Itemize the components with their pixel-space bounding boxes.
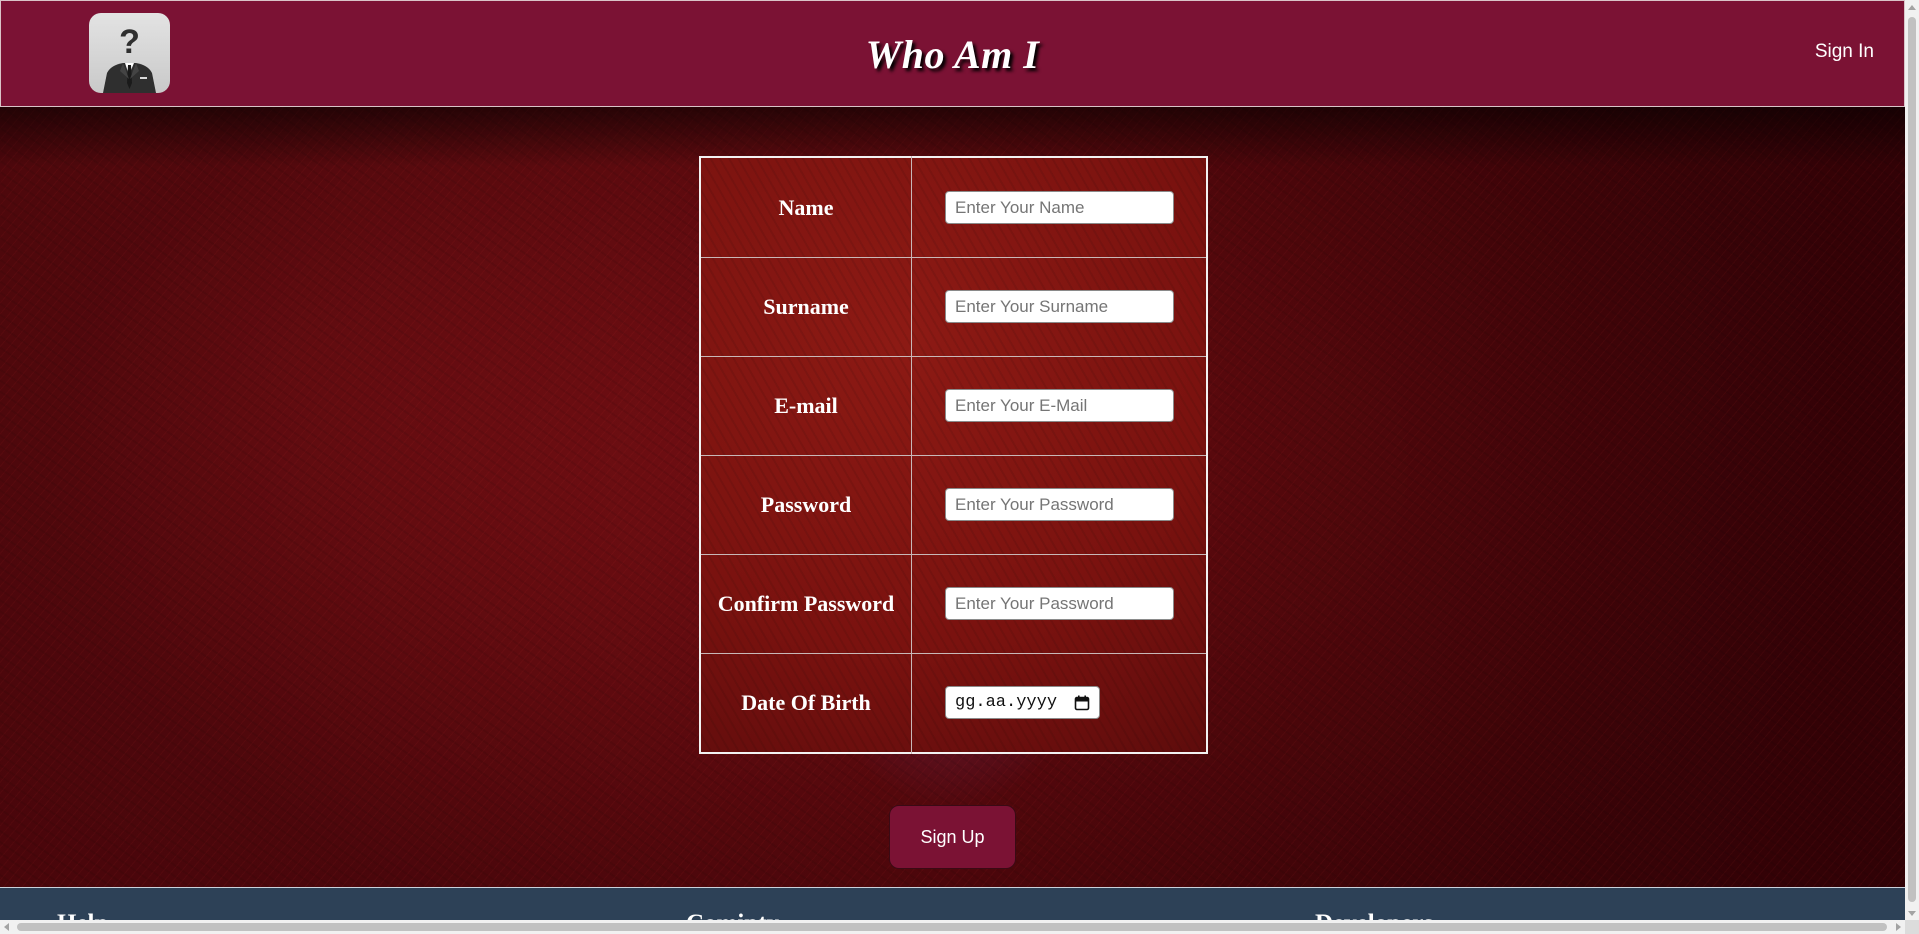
form-row-email: E-mail [701, 356, 1206, 456]
form-row-date-of-birth: Date Of Birth gg.aa.yyyy [701, 653, 1206, 752]
scrollbar-corner [1905, 920, 1919, 934]
form-row-surname: Surname [701, 257, 1206, 357]
surname-label: Surname [763, 294, 849, 319]
sign-in-link[interactable]: Sign In [1815, 41, 1874, 63]
form-row-name: Name [701, 158, 1206, 258]
viewport: ? Who Am I Sign In Name Surname E-mail [0, 0, 1905, 920]
form-row-password: Password [701, 455, 1206, 555]
scroll-down-arrow-icon[interactable] [1908, 911, 1916, 916]
scroll-left-arrow-icon[interactable] [4, 923, 9, 931]
password-input[interactable] [945, 488, 1174, 521]
surname-input[interactable] [945, 290, 1174, 323]
vertical-scroll-thumb[interactable] [1908, 17, 1916, 902]
signup-form-table: Name Surname E-mail Password Confirm [699, 156, 1208, 754]
site-footer: Help Comipty Developers [0, 887, 1905, 920]
name-input[interactable] [945, 191, 1174, 224]
footer-heading-community[interactable]: Comipty [686, 910, 779, 920]
date-of-birth-label: Date Of Birth [741, 690, 871, 715]
footer-heading-help[interactable]: Help [57, 910, 108, 920]
vertical-scrollbar[interactable] [1905, 0, 1919, 934]
site-header: ? Who Am I Sign In [0, 0, 1905, 107]
confirm-password-input[interactable] [945, 587, 1174, 620]
horizontal-scrollbar[interactable] [0, 920, 1905, 934]
sign-up-button[interactable]: Sign Up [889, 805, 1016, 869]
horizontal-scroll-thumb[interactable] [17, 923, 1887, 931]
footer-heading-developers[interactable]: Developers [1315, 910, 1433, 920]
name-label: Name [778, 195, 834, 220]
email-input[interactable] [945, 389, 1174, 422]
email-label: E-mail [774, 393, 838, 418]
page: ? Who Am I Sign In Name Surname E-mail [0, 0, 1919, 934]
calendar-icon[interactable] [1074, 695, 1090, 711]
form-row-confirm-password: Confirm Password [701, 554, 1206, 654]
site-title: Who Am I [865, 32, 1040, 77]
confirm-password-label: Confirm Password [717, 591, 895, 616]
password-label: Password [760, 492, 852, 517]
date-of-birth-input[interactable]: gg.aa.yyyy [945, 686, 1100, 719]
date-placeholder: gg.aa.yyyy [955, 693, 1058, 712]
scroll-up-arrow-icon[interactable] [1908, 5, 1916, 10]
scroll-right-arrow-icon[interactable] [1896, 923, 1901, 931]
